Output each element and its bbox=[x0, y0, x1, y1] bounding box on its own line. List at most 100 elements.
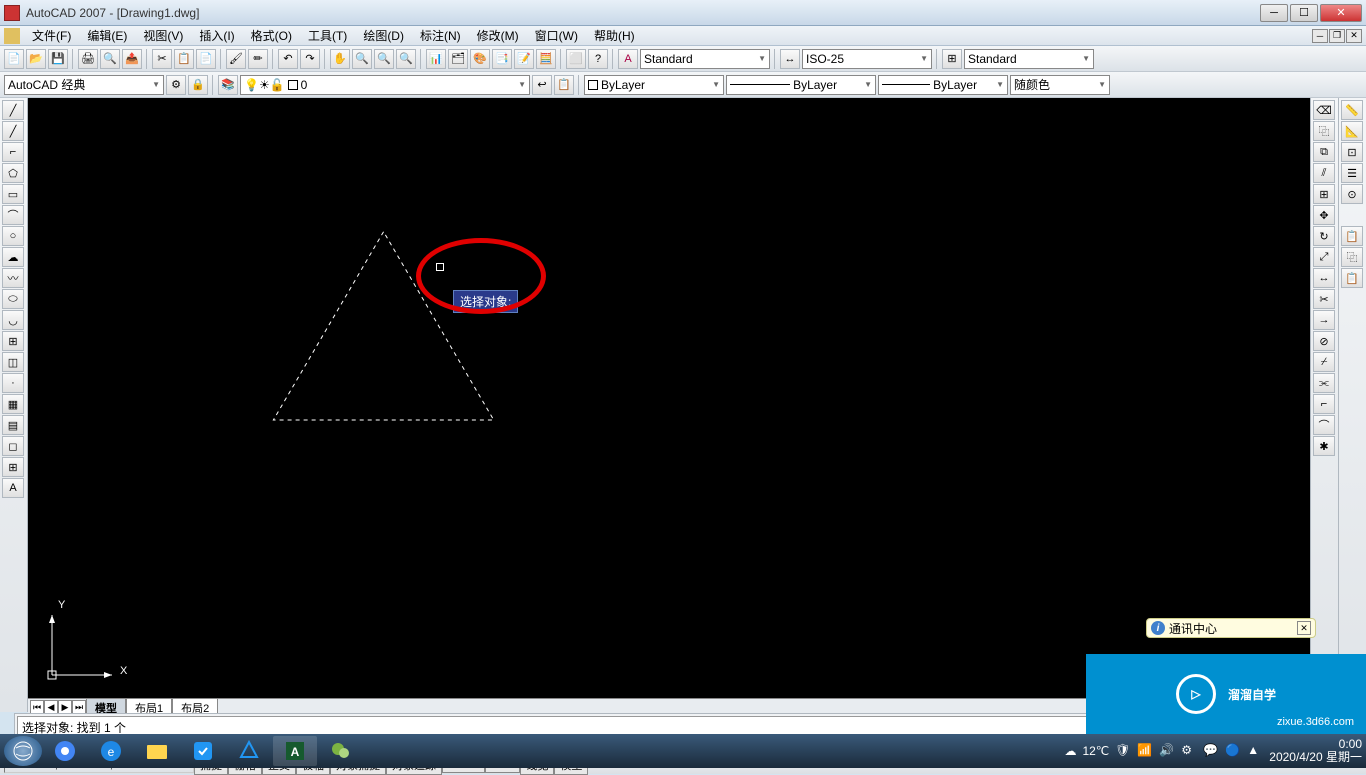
taskbar-chrome[interactable] bbox=[43, 736, 87, 766]
menu-modify[interactable]: 修改(M) bbox=[469, 25, 527, 46]
properties-button[interactable]: 📊 bbox=[426, 49, 446, 69]
tray-icon-7[interactable]: ▲ bbox=[1247, 743, 1263, 759]
save-button[interactable]: 💾 bbox=[48, 49, 68, 69]
tray-icon-5[interactable]: 💬 bbox=[1203, 743, 1219, 759]
cut-button[interactable]: ✂ bbox=[152, 49, 172, 69]
menu-tools[interactable]: 工具(T) bbox=[300, 25, 355, 46]
undo-button[interactable]: ↶ bbox=[278, 49, 298, 69]
tray-icon-3[interactable]: 🔊 bbox=[1159, 743, 1175, 759]
mirror-tool[interactable]: ⧉ bbox=[1313, 142, 1335, 162]
copy-nested-tool[interactable]: ⿻ bbox=[1341, 247, 1363, 267]
table-tool[interactable]: ⊞ bbox=[2, 457, 24, 477]
new-button[interactable]: 📄 bbox=[4, 49, 24, 69]
break-point-tool[interactable]: ⊘ bbox=[1313, 331, 1335, 351]
properties-tool[interactable]: 📋 bbox=[1341, 226, 1363, 246]
line-tool[interactable]: ╱ bbox=[2, 100, 24, 120]
design-center-button[interactable]: 🗂 bbox=[448, 49, 468, 69]
help-button[interactable]: ? bbox=[588, 49, 608, 69]
rectangle-tool[interactable]: ▭ bbox=[2, 184, 24, 204]
dim-style-icon[interactable]: ↔ bbox=[780, 49, 800, 69]
zoom-previous-button[interactable]: 🔍 bbox=[396, 49, 416, 69]
comm-center-close[interactable]: ✕ bbox=[1297, 621, 1311, 635]
zoom-realtime-button[interactable]: 🔍 bbox=[352, 49, 372, 69]
taskbar-app2[interactable] bbox=[227, 736, 271, 766]
text-style-dropdown[interactable]: Standard▼ bbox=[640, 49, 770, 69]
quickcalc-button[interactable]: 🧮 bbox=[536, 49, 556, 69]
menu-view[interactable]: 视图(V) bbox=[135, 25, 191, 46]
mdi-close[interactable]: ✕ bbox=[1346, 29, 1362, 43]
text-style-icon[interactable]: A bbox=[618, 49, 638, 69]
mdi-minimize[interactable]: ─ bbox=[1312, 29, 1328, 43]
area-tool[interactable]: 📐 bbox=[1341, 121, 1363, 141]
weather-text[interactable]: 12℃ bbox=[1082, 744, 1109, 758]
point-tool[interactable]: · bbox=[2, 373, 24, 393]
tool-palettes-button[interactable]: 🎨 bbox=[470, 49, 490, 69]
taskbar-app1[interactable] bbox=[181, 736, 225, 766]
workspace-settings-button[interactable]: ⚙ bbox=[166, 75, 186, 95]
revcloud-tool[interactable]: ☁ bbox=[2, 247, 24, 267]
taskbar-autocad[interactable]: A bbox=[273, 736, 317, 766]
plotstyle-dropdown[interactable]: 随颜色▼ bbox=[1010, 75, 1110, 95]
fillet-tool[interactable]: ⌒ bbox=[1313, 415, 1335, 435]
menu-insert[interactable]: 插入(I) bbox=[191, 25, 242, 46]
polyline-tool[interactable]: ⌐ bbox=[2, 142, 24, 162]
match-properties-button[interactable]: 🖌 bbox=[226, 49, 246, 69]
maximize-button[interactable]: ☐ bbox=[1290, 4, 1318, 22]
lineweight-dropdown[interactable]: ByLayer▼ bbox=[878, 75, 1008, 95]
circle-tool[interactable]: ○ bbox=[2, 226, 24, 246]
redo-button[interactable]: ↷ bbox=[300, 49, 320, 69]
taskbar-ie[interactable]: e bbox=[89, 736, 133, 766]
rotate-tool[interactable]: ↻ bbox=[1313, 226, 1335, 246]
menu-draw[interactable]: 绘图(D) bbox=[355, 25, 412, 46]
dim-style-dropdown[interactable]: ISO-25▼ bbox=[802, 49, 932, 69]
layer-properties-button[interactable]: 📚 bbox=[218, 75, 238, 95]
layer-previous-button[interactable]: ↩ bbox=[532, 75, 552, 95]
tray-icon-1[interactable]: 🛡 bbox=[1115, 743, 1131, 759]
tray-icon-6[interactable]: 🔵 bbox=[1225, 743, 1241, 759]
move-tool[interactable]: ✥ bbox=[1313, 205, 1335, 225]
open-button[interactable]: 📂 bbox=[26, 49, 46, 69]
menu-file[interactable]: 文件(F) bbox=[24, 25, 79, 46]
mtext-tool[interactable]: A bbox=[2, 478, 24, 498]
drawing-canvas[interactable]: 选择对象: X Y bbox=[28, 98, 1310, 698]
layer-dropdown[interactable]: 💡 ☀ 🔓 0 ▼ bbox=[240, 75, 530, 95]
gradient-tool[interactable]: ▤ bbox=[2, 415, 24, 435]
array-tool[interactable]: ⊞ bbox=[1313, 184, 1335, 204]
xline-tool[interactable]: ╱ bbox=[2, 121, 24, 141]
clock[interactable]: 0:00 2020/4/20 星期一 bbox=[1269, 738, 1362, 764]
hatch-tool[interactable]: ▦ bbox=[2, 394, 24, 414]
sheet-set-button[interactable]: 📑 bbox=[492, 49, 512, 69]
block-editor-button[interactable]: ✏ bbox=[248, 49, 268, 69]
zoom-window-button[interactable]: 🔍 bbox=[374, 49, 394, 69]
distance-tool[interactable]: 📏 bbox=[1341, 100, 1363, 120]
arc-tool[interactable]: ⌒ bbox=[2, 205, 24, 225]
extend-tool[interactable]: → bbox=[1313, 310, 1335, 330]
color-dropdown[interactable]: ByLayer▼ bbox=[584, 75, 724, 95]
table-style-dropdown[interactable]: Standard▼ bbox=[964, 49, 1094, 69]
chamfer-tool[interactable]: ⌐ bbox=[1313, 394, 1335, 414]
mdi-restore[interactable]: ❐ bbox=[1329, 29, 1345, 43]
plot-button[interactable]: 🖨 bbox=[78, 49, 98, 69]
erase-tool[interactable]: ⌫ bbox=[1313, 100, 1335, 120]
markup-button[interactable]: 📝 bbox=[514, 49, 534, 69]
tray-icon-2[interactable]: 📶 bbox=[1137, 743, 1153, 759]
taskbar-wechat[interactable] bbox=[319, 736, 363, 766]
publish-button[interactable]: 📤 bbox=[122, 49, 142, 69]
clean-screen-button[interactable]: ⬜ bbox=[566, 49, 586, 69]
menu-window[interactable]: 窗口(W) bbox=[527, 25, 586, 46]
make-block-tool[interactable]: ◫ bbox=[2, 352, 24, 372]
start-button[interactable] bbox=[4, 736, 42, 766]
ellipse-arc-tool[interactable]: ◡ bbox=[2, 310, 24, 330]
plot-preview-button[interactable]: 🔍 bbox=[100, 49, 120, 69]
stretch-tool[interactable]: ↔ bbox=[1313, 268, 1335, 288]
region-props-tool[interactable]: ⊡ bbox=[1341, 142, 1363, 162]
explode-tool[interactable]: ✱ bbox=[1313, 436, 1335, 456]
break-tool[interactable]: ⌿ bbox=[1313, 352, 1335, 372]
join-tool[interactable]: ⫘ bbox=[1313, 373, 1335, 393]
polygon-tool[interactable]: ⬠ bbox=[2, 163, 24, 183]
offset-tool[interactable]: ⫽ bbox=[1313, 163, 1335, 183]
workspace-dropdown[interactable]: AutoCAD 经典▼ bbox=[4, 75, 164, 95]
copy-tool[interactable]: ⿻ bbox=[1313, 121, 1335, 141]
close-button[interactable]: ✕ bbox=[1320, 4, 1362, 22]
region-tool[interactable]: ◻ bbox=[2, 436, 24, 456]
